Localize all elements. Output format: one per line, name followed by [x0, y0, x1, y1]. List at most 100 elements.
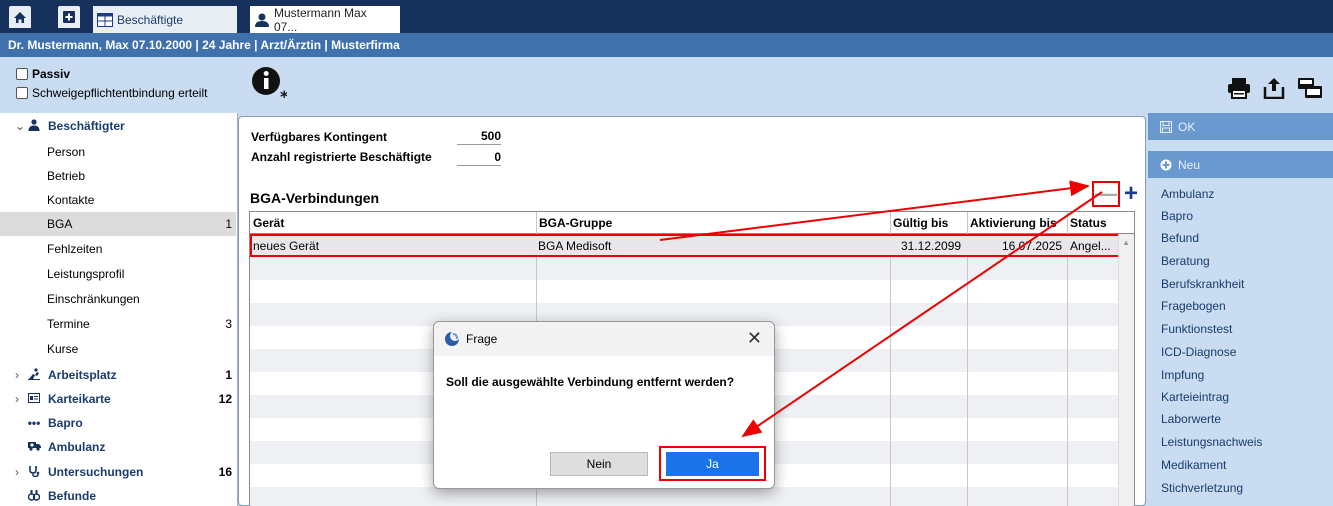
close-icon[interactable]: ✕: [747, 328, 762, 349]
action-funktionstest[interactable]: Funktionstest: [1161, 322, 1232, 336]
dialog-title: Frage: [466, 332, 498, 346]
yes-button[interactable]: Ja: [666, 452, 759, 476]
sidebar-item-karteikarte[interactable]: › Karteikarte 12: [0, 387, 236, 411]
column-header-aktivierung-bis[interactable]: Aktivierung bis: [967, 212, 1067, 233]
export-icon[interactable]: [1263, 77, 1285, 99]
sidebar-item-bga[interactable]: BGA 1: [0, 212, 236, 236]
checkbox-box[interactable]: [16, 87, 28, 99]
neu-label: Neu: [1178, 157, 1201, 172]
sidebar-item-label: Bapro: [48, 416, 83, 430]
action-leistungsnachweis[interactable]: Leistungsnachweis: [1161, 435, 1262, 449]
chevron-down-icon[interactable]: ⌄: [15, 119, 25, 133]
minus-icon: —: [1095, 181, 1117, 206]
checkbox-box[interactable]: [16, 68, 28, 80]
neu-button[interactable]: Neu: [1148, 151, 1333, 178]
workplace-icon: [27, 367, 41, 383]
action-impfung[interactable]: Impfung: [1161, 368, 1204, 382]
action-laborwerte[interactable]: Laborwerte: [1161, 412, 1221, 426]
sidebar-item-label: Leistungsprofil: [47, 267, 125, 281]
action-berufskrankheit[interactable]: Berufskrankheit: [1161, 277, 1244, 291]
column-header-bga-gruppe[interactable]: BGA-Gruppe: [536, 212, 890, 233]
action-befund[interactable]: Befund: [1161, 231, 1199, 245]
column-header-status[interactable]: Status: [1067, 212, 1120, 233]
passiv-checkbox[interactable]: Passiv: [16, 67, 70, 81]
scroll-up-arrow-icon[interactable]: ▲: [1122, 238, 1130, 247]
sidebar-item-arbeitsplatz[interactable]: › Arbeitsplatz 1: [0, 363, 236, 387]
sidebar-item-untersuchungen[interactable]: › Untersuchungen 16: [0, 460, 236, 484]
sidebar: ⌄ Beschäftigter Person Betrieb Kontakte …: [0, 113, 238, 506]
no-button[interactable]: Nein: [550, 452, 648, 476]
cell-aktivierung-bis: 16.07.2025: [1002, 239, 1063, 253]
dialog-titlebar[interactable]: Frage ✕: [434, 322, 774, 356]
cell-bga-gruppe: BGA Medisoft: [538, 239, 612, 253]
action-ambulanz[interactable]: Ambulanz: [1161, 187, 1214, 201]
sidebar-item-label: Arbeitsplatz: [48, 368, 117, 382]
sidebar-item-count: 12: [218, 392, 232, 406]
sidebar-item-beschaeftigter[interactable]: ⌄ Beschäftigter: [0, 114, 236, 138]
registriert-label: Anzahl registrierte Beschäftigte: [251, 150, 432, 164]
action-medikament[interactable]: Medikament: [1161, 458, 1226, 472]
action-panel: OK Neu Ambulanz Bapro Befund Beratung Be…: [1148, 113, 1333, 506]
sidebar-item-fehlzeiten[interactable]: Fehlzeiten: [0, 237, 236, 261]
sidebar-item-person[interactable]: Person: [0, 140, 236, 164]
person-icon: [254, 13, 270, 27]
sidebar-item-betrieb[interactable]: Betrieb: [0, 164, 236, 188]
app-logo-icon: [445, 332, 459, 346]
sidebar-item-count: 1: [225, 368, 232, 382]
new-tab-button[interactable]: [58, 6, 80, 28]
remove-connection-button[interactable]: —: [1092, 181, 1120, 207]
transfer-icon[interactable]: [1297, 77, 1323, 99]
sidebar-item-label: Untersuchungen: [48, 465, 144, 479]
sidebar-item-bapro[interactable]: ••• Bapro: [0, 411, 236, 435]
chevron-right-icon[interactable]: ›: [15, 465, 19, 479]
sidebar-item-label: Betrieb: [47, 169, 86, 183]
sidebar-item-label: Einschränkungen: [47, 292, 140, 306]
sidebar-item-ambulanz[interactable]: Ambulanz: [0, 435, 236, 459]
sidebar-item-label: Beschäftigter: [48, 119, 125, 133]
options-bar: Passiv Schweigepflichtentbindung erteilt…: [0, 57, 1333, 113]
table-row-selected[interactable]: neues Gerät BGA Medisoft 31.12.2099 16.0…: [250, 234, 1120, 257]
checkbox-label: Schweigepflichtentbindung erteilt: [32, 86, 208, 100]
tab-patient[interactable]: Mustermann Max 07...: [250, 6, 400, 34]
schweigepflicht-checkbox[interactable]: Schweigepflichtentbindung erteilt: [16, 86, 207, 100]
action-bapro[interactable]: Bapro: [1161, 209, 1193, 223]
action-beratung[interactable]: Beratung: [1161, 254, 1210, 268]
table-row-empty: [250, 257, 1120, 280]
action-icd-diagnose[interactable]: ICD-Diagnose: [1161, 345, 1236, 359]
cell-geraet: neues Gerät: [253, 239, 320, 253]
stethoscope-icon: [27, 465, 41, 480]
action-karteieintrag[interactable]: Karteieintrag: [1161, 390, 1229, 404]
cell-gueltig-bis: 31.12.2099: [901, 239, 962, 253]
add-connection-button[interactable]: +: [1121, 180, 1141, 207]
ok-label: OK: [1178, 119, 1196, 134]
sidebar-item-label: Ambulanz: [48, 440, 106, 454]
sidebar-item-termine[interactable]: Termine 3: [0, 312, 236, 336]
registriert-value: 0: [457, 150, 501, 166]
home-tab[interactable]: [9, 6, 31, 28]
plus-square-icon: [63, 11, 75, 23]
sidebar-item-label: Person: [47, 145, 86, 159]
sidebar-item-befunde[interactable]: Befunde: [0, 484, 236, 506]
action-fragebogen[interactable]: Fragebogen: [1161, 299, 1226, 313]
sidebar-item-leistungsprofil[interactable]: Leistungsprofil: [0, 262, 236, 286]
chevron-right-icon[interactable]: ›: [15, 368, 19, 382]
sidebar-item-kontakte[interactable]: Kontakte: [0, 188, 236, 212]
home-icon: [14, 11, 26, 23]
sidebar-item-count: 1: [225, 217, 232, 231]
kontingent-label: Verfügbares Kontingent: [251, 130, 388, 144]
column-header-geraet[interactable]: Gerät: [250, 212, 536, 233]
ok-button[interactable]: OK: [1148, 113, 1333, 140]
sidebar-item-kurse[interactable]: Kurse: [0, 337, 236, 361]
column-header-gueltig-bis[interactable]: Gültig bis: [890, 212, 967, 233]
chevron-right-icon[interactable]: ›: [15, 392, 19, 406]
info-icon[interactable]: *: [251, 66, 287, 102]
svg-text:*: *: [280, 87, 287, 102]
toolbar: [1227, 77, 1323, 99]
add-circle-icon: [1160, 159, 1172, 171]
sidebar-item-einschraenkungen[interactable]: Einschränkungen: [0, 287, 236, 311]
table-scrollbar[interactable]: [1118, 234, 1134, 506]
sidebar-item-label: BGA: [47, 217, 73, 231]
tab-beschaeftigte[interactable]: Beschäftigte: [93, 6, 237, 33]
print-icon[interactable]: [1227, 77, 1251, 99]
action-stichverletzung[interactable]: Stichverletzung: [1161, 481, 1243, 495]
